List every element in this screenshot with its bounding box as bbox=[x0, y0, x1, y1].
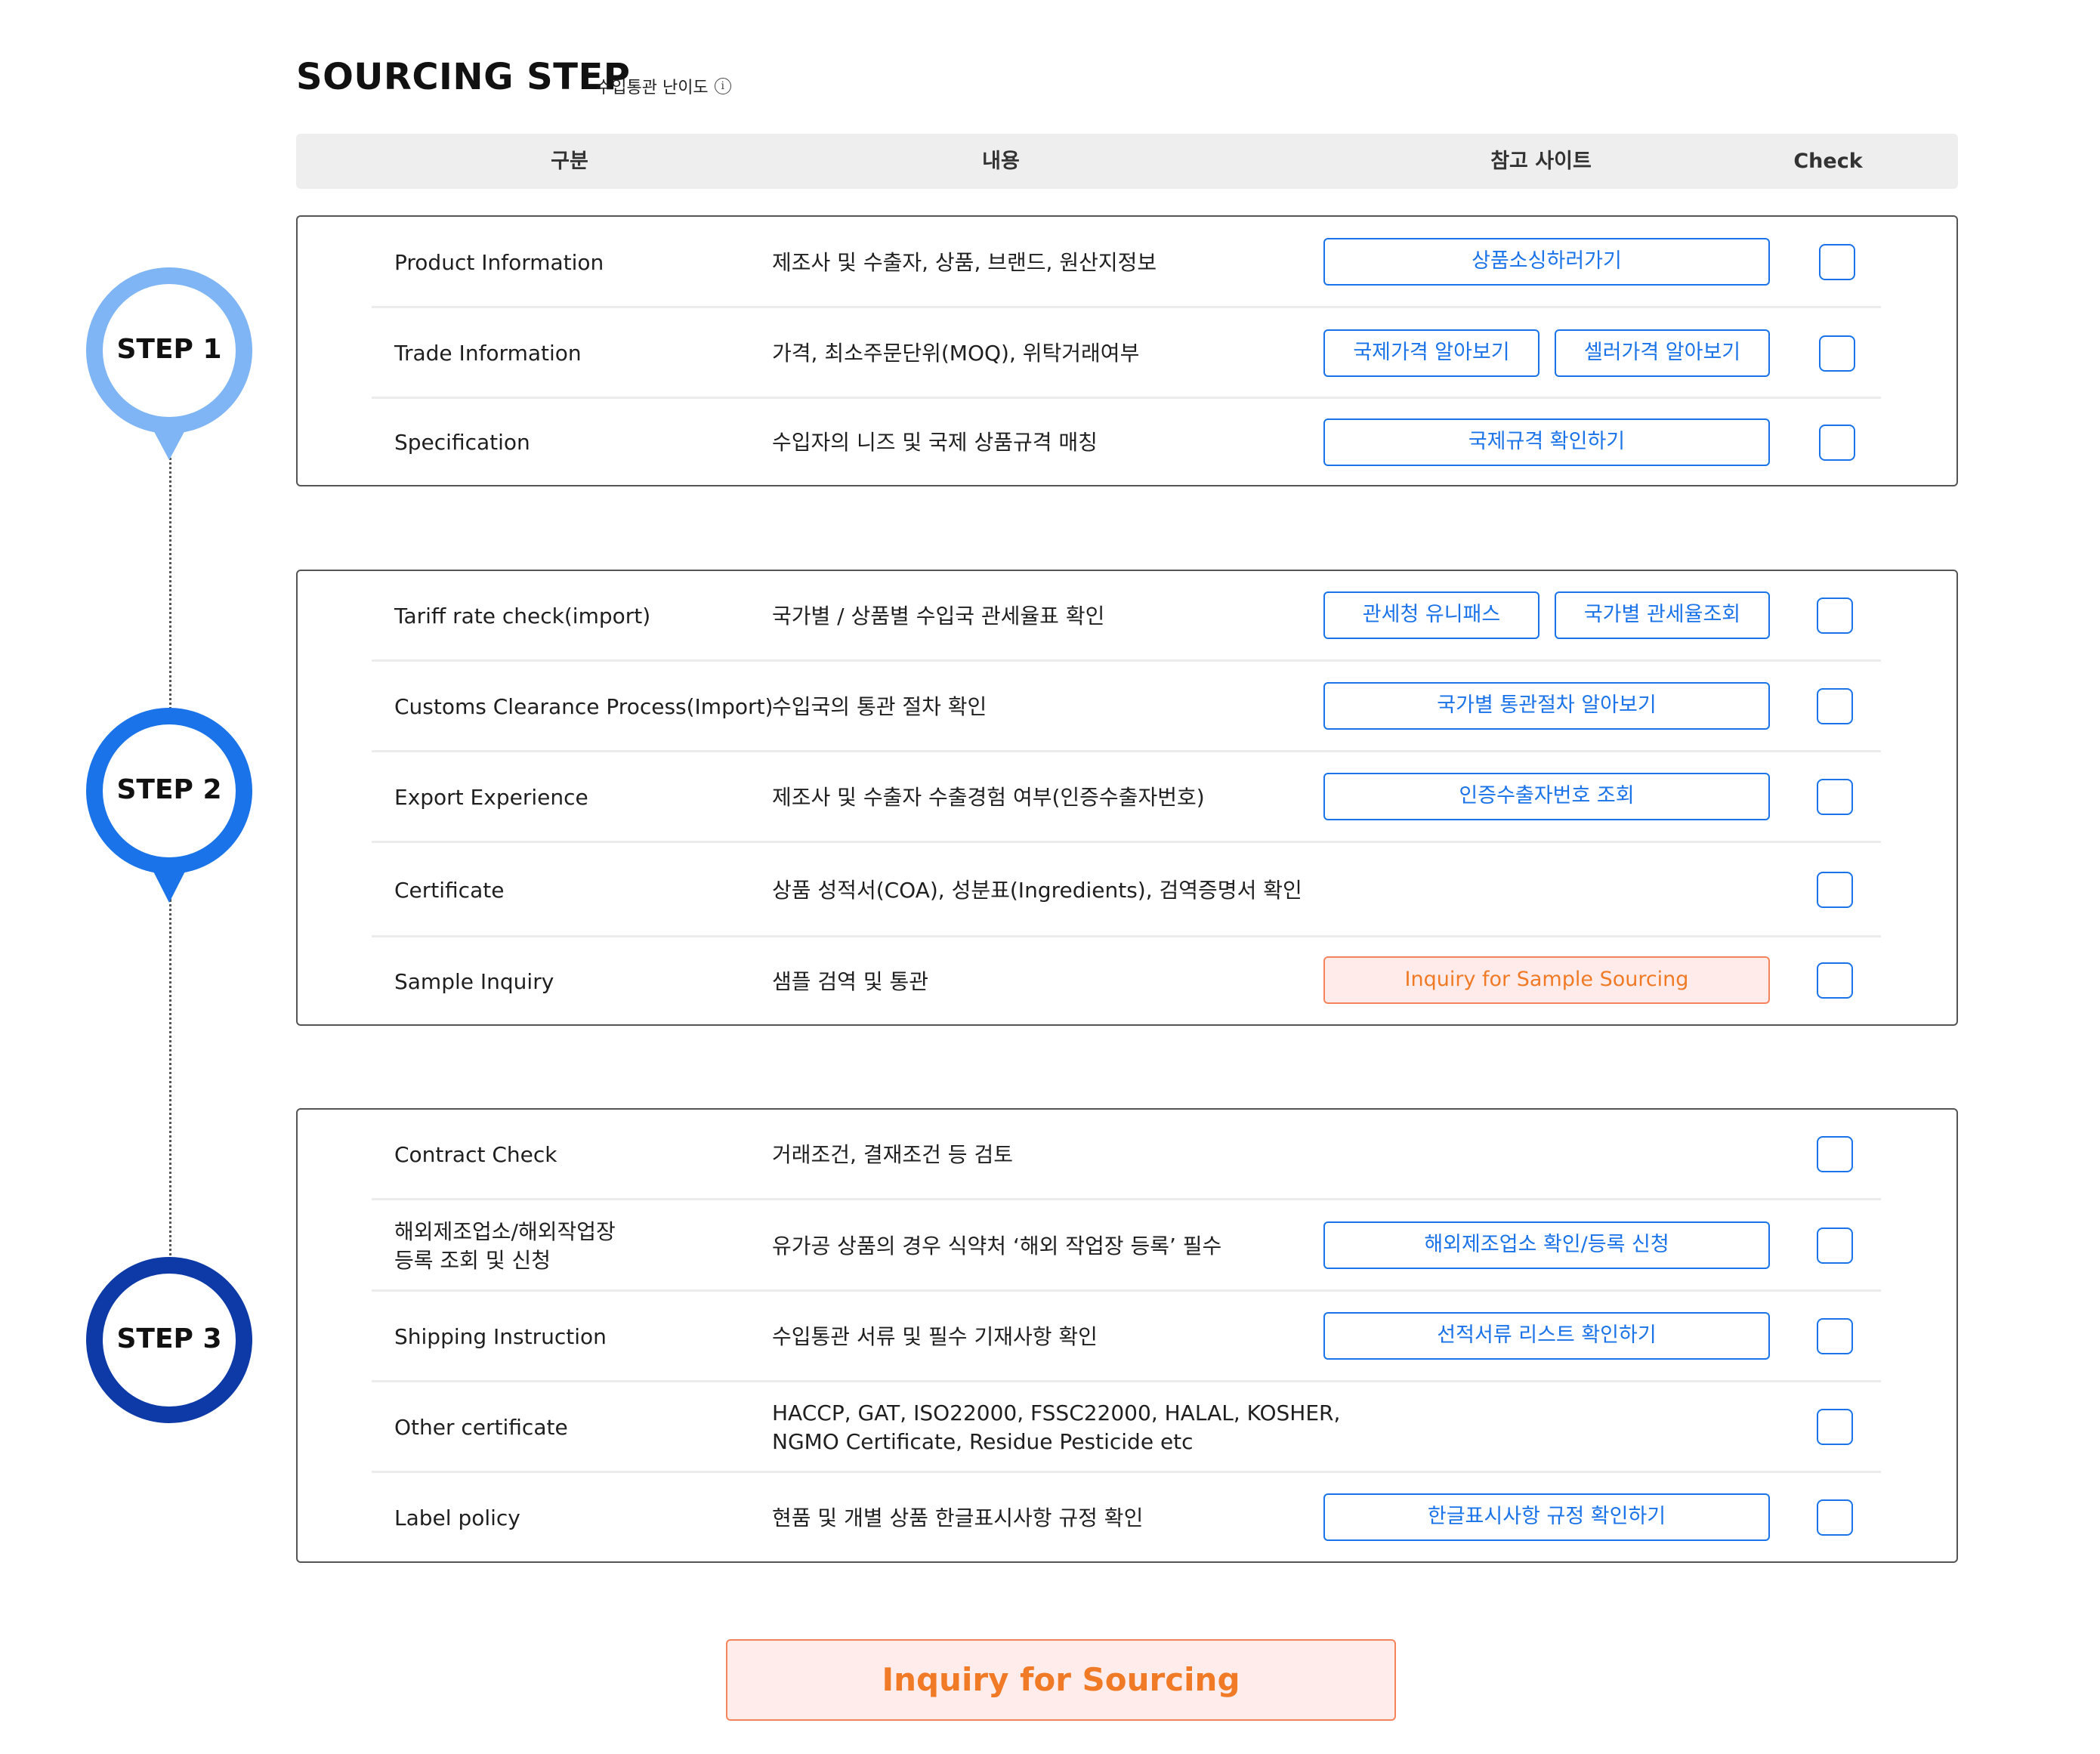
check-tariff-rate[interactable] bbox=[1817, 598, 1853, 634]
table-row: Certificate 상품 성적서(COA), 성분표(Ingredients… bbox=[372, 843, 1881, 937]
overseas-facility-registration-button[interactable]: 해외제조업소 확인/등록 신청 bbox=[1323, 1221, 1770, 1269]
row-label: Customs Clearance Process(Import) bbox=[394, 694, 774, 719]
table-row: Product Information 제조사 및 수출자, 상품, 브랜드, … bbox=[372, 217, 1881, 308]
table-header: 구분 내용 참고 사이트 Check bbox=[296, 134, 1958, 189]
row-content: 거래조건, 결재조건 등 검토 bbox=[772, 1142, 1013, 1167]
table-row: Shipping Instruction 수입통관 서류 및 필수 기재사항 확… bbox=[372, 1292, 1881, 1382]
customs-procedure-button[interactable]: 국가별 통관절차 알아보기 bbox=[1323, 682, 1770, 730]
korean-label-policy-button[interactable]: 한글표시사항 규정 확인하기 bbox=[1323, 1493, 1770, 1541]
international-price-button[interactable]: 국제가격 알아보기 bbox=[1323, 329, 1539, 377]
table-row: Export Experience 제조사 및 수출자 수출경험 여부(인증수출… bbox=[372, 752, 1881, 843]
step-3-marker: STEP 3 bbox=[86, 1257, 252, 1425]
check-overseas-facility[interactable] bbox=[1817, 1227, 1853, 1264]
check-trade-information[interactable] bbox=[1819, 335, 1855, 372]
row-label: Product Information bbox=[394, 249, 604, 275]
row-content: 현품 및 개별 상품 한글표시사항 규정 확인 bbox=[772, 1505, 1144, 1530]
info-icon[interactable]: i bbox=[714, 78, 731, 94]
shipping-documents-button[interactable]: 선적서류 리스트 확인하기 bbox=[1323, 1312, 1770, 1360]
table-row: Tariff rate check(import) 국가별 / 상품별 수입국 … bbox=[372, 571, 1881, 662]
header-check: Check bbox=[1793, 150, 1863, 173]
row-content: 국가별 / 상품별 수입국 관세율표 확인 bbox=[772, 604, 1105, 628]
row-label: 해외제조업소/해외작업장 등록 조회 및 신청 bbox=[394, 1218, 616, 1273]
row-content: 가격, 최소주문단위(MOQ), 위탁거래여부 bbox=[772, 341, 1140, 366]
tariff-lookup-button[interactable]: 국가별 관세율조회 bbox=[1555, 591, 1770, 639]
table-row: Customs Clearance Process(Import) 수입국의 통… bbox=[372, 662, 1881, 752]
table-row: Trade Information 가격, 최소주문단위(MOQ), 위탁거래여… bbox=[372, 308, 1881, 399]
row-content: 상품 성적서(COA), 성분표(Ingredients), 검역증명서 확인 bbox=[772, 877, 1302, 903]
row-content: 수입자의 니즈 및 국제 상품규격 매칭 bbox=[772, 430, 1098, 455]
check-contract[interactable] bbox=[1817, 1136, 1853, 1172]
difficulty-label[interactable]: 수입통관 난이도 i bbox=[596, 74, 731, 98]
header-reference: 참고 사이트 bbox=[1490, 150, 1592, 173]
table-row: 해외제조업소/해외작업장 등록 조회 및 신청 유가공 상품의 경우 식약처 ‘… bbox=[372, 1200, 1881, 1292]
step-3-section: Contract Check 거래조건, 결재조건 등 검토 해외제조업소/해외… bbox=[296, 1108, 1958, 1563]
row-label: Tariff rate check(import) bbox=[394, 604, 651, 628]
timeline-connector bbox=[169, 453, 171, 714]
product-sourcing-button[interactable]: 상품소싱하러가기 bbox=[1323, 238, 1770, 286]
seller-price-button[interactable]: 셀러가격 알아보기 bbox=[1555, 329, 1770, 377]
sample-sourcing-inquiry-button[interactable]: Inquiry for Sample Sourcing bbox=[1323, 956, 1770, 1004]
table-row: Label policy 현품 및 개별 상품 한글표시사항 규정 확인 한글표… bbox=[372, 1473, 1881, 1563]
check-certificate[interactable] bbox=[1817, 872, 1853, 908]
step-2-label: STEP 2 bbox=[116, 774, 222, 805]
check-other-certificate[interactable] bbox=[1817, 1409, 1853, 1445]
timeline-connector bbox=[169, 899, 171, 1261]
page-title: SOURCING STEP bbox=[296, 56, 631, 98]
row-label: Label policy bbox=[394, 1505, 520, 1530]
header-category: 구분 bbox=[551, 150, 588, 173]
row-content: 유가공 상품의 경우 식약처 ‘해외 작업장 등록’ 필수 bbox=[772, 1233, 1222, 1258]
step-1-marker: STEP 1 bbox=[86, 267, 252, 464]
check-shipping-instruction[interactable] bbox=[1817, 1318, 1853, 1354]
row-label: Trade Information bbox=[394, 341, 582, 366]
row-label: Shipping Instruction bbox=[394, 1324, 607, 1349]
row-content: 샘플 검역 및 통관 bbox=[772, 968, 929, 994]
row-content: 제조사 및 수출자 수출경험 여부(인증수출자번호) bbox=[772, 785, 1205, 810]
row-label: Sample Inquiry bbox=[394, 968, 554, 994]
check-customs-clearance[interactable] bbox=[1817, 688, 1853, 724]
row-label: Other certificate bbox=[394, 1415, 568, 1440]
step-1-section: Product Information 제조사 및 수출자, 상품, 브랜드, … bbox=[296, 215, 1958, 486]
step-3-label: STEP 3 bbox=[116, 1323, 222, 1354]
table-row: Other certificate HACCP, GAT, ISO22000, … bbox=[372, 1382, 1881, 1473]
check-sample-inquiry[interactable] bbox=[1817, 962, 1853, 999]
row-label: Certificate bbox=[394, 877, 505, 903]
table-row: Contract Check 거래조건, 결재조건 등 검토 bbox=[372, 1110, 1881, 1200]
inquiry-for-sourcing-button[interactable]: Inquiry for Sourcing bbox=[726, 1639, 1396, 1721]
step-2-section: Tariff rate check(import) 국가별 / 상품별 수입국 … bbox=[296, 570, 1958, 1026]
table-row: Sample Inquiry 샘플 검역 및 통관 Inquiry for Sa… bbox=[372, 937, 1881, 1026]
difficulty-text: 수입통관 난이도 bbox=[596, 79, 709, 97]
row-label: Export Experience bbox=[394, 785, 588, 810]
check-specification[interactable] bbox=[1819, 425, 1855, 461]
international-spec-button[interactable]: 국제규격 확인하기 bbox=[1323, 418, 1770, 466]
row-content: 수입통관 서류 및 필수 기재사항 확인 bbox=[772, 1324, 1098, 1349]
row-content: 제조사 및 수출자, 상품, 브랜드, 원산지정보 bbox=[772, 249, 1157, 275]
table-row: Specification 수입자의 니즈 및 국제 상품규격 매칭 국제규격 … bbox=[372, 399, 1881, 486]
header-content: 내용 bbox=[982, 150, 1020, 173]
row-label: Specification bbox=[394, 430, 530, 455]
check-label-policy[interactable] bbox=[1817, 1499, 1853, 1536]
unipass-button[interactable]: 관세청 유니패스 bbox=[1323, 591, 1539, 639]
row-label: Contract Check bbox=[394, 1142, 557, 1167]
row-content: 수입국의 통관 절차 확인 bbox=[772, 694, 987, 719]
check-product-information[interactable] bbox=[1819, 244, 1855, 280]
step-1-label: STEP 1 bbox=[116, 334, 222, 365]
row-content: HACCP, GAT, ISO22000, FSSC22000, HALAL, … bbox=[772, 1400, 1341, 1454]
check-export-experience[interactable] bbox=[1817, 779, 1853, 815]
step-2-marker: STEP 2 bbox=[86, 708, 252, 904]
certified-exporter-button[interactable]: 인증수출자번호 조회 bbox=[1323, 773, 1770, 820]
